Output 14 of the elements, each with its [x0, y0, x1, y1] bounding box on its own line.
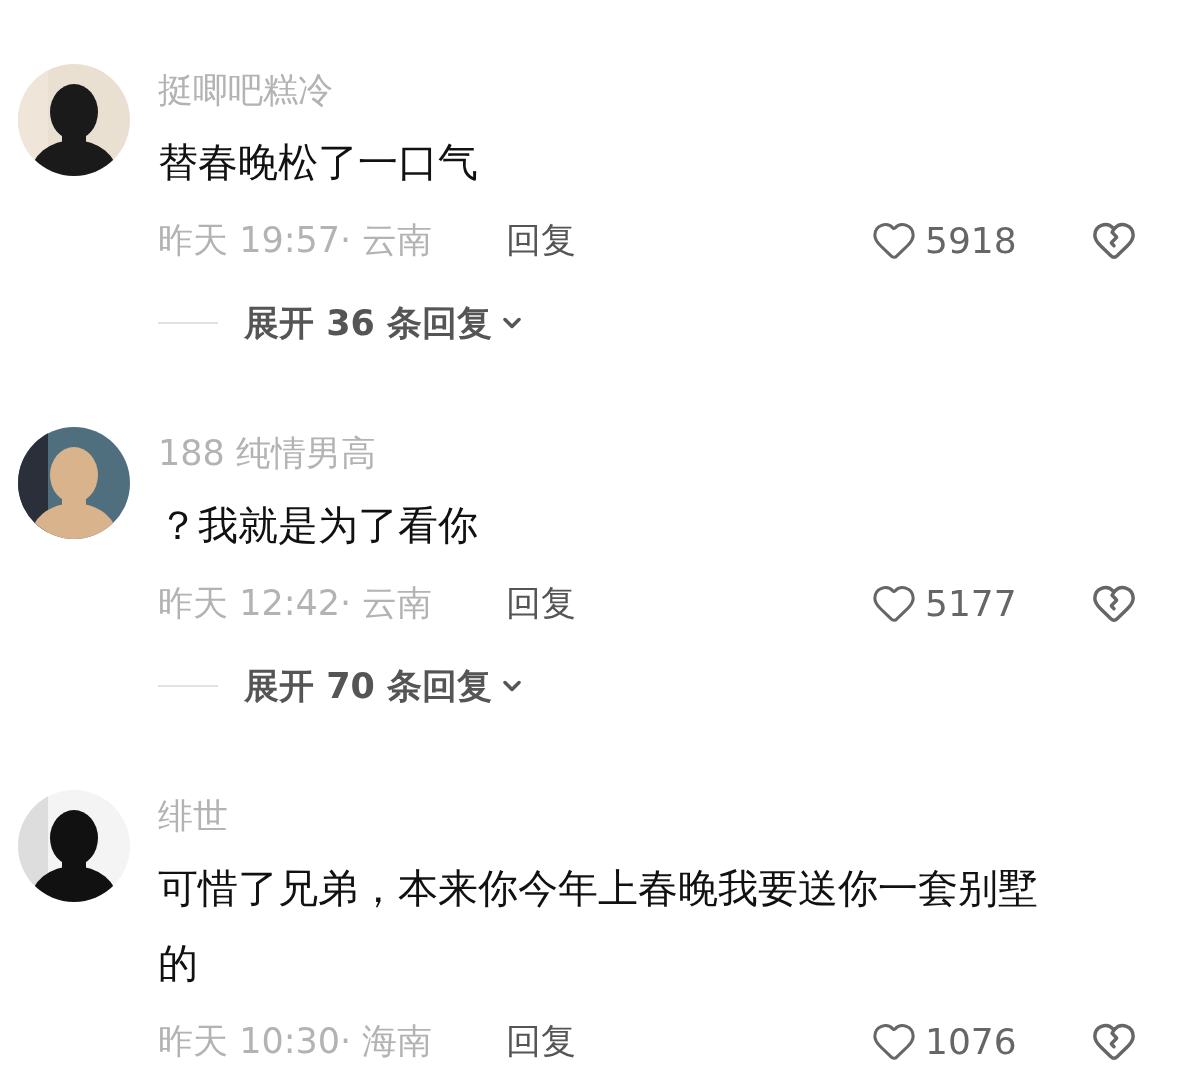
expand-replies-button[interactable]: 展开 36 条回复: [244, 299, 527, 347]
comment-text: ？我就是为了看你: [158, 501, 479, 550]
comment-time-location: 昨天 10:30· 海南: [158, 1019, 434, 1063]
comment-time-location: 昨天 19:57· 云南: [158, 218, 434, 262]
comment-text: 替春晚松了一口气: [158, 138, 479, 187]
comment-text: 可惜了兄弟，本来你今年上春晚我要送你一套别墅的: [158, 864, 1038, 988]
like-count: 1076: [925, 1020, 1017, 1062]
comment-time-location: 昨天 12:42· 云南: [158, 581, 434, 625]
reply-button[interactable]: 回复: [506, 579, 576, 627]
reply-button[interactable]: 回复: [506, 216, 576, 264]
like-count: 5918: [925, 219, 1017, 261]
expand-replies-button[interactable]: 展开 70 条回复: [244, 662, 527, 710]
reply-button[interactable]: 回复: [506, 1017, 576, 1065]
like-count: 5177: [925, 582, 1017, 624]
